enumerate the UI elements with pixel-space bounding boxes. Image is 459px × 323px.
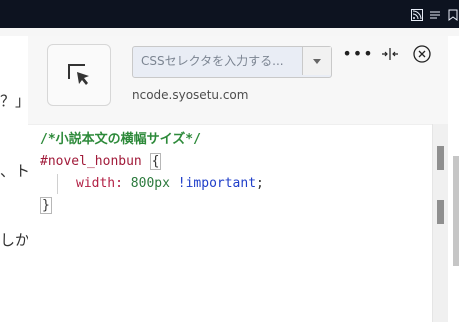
bookmark-icon[interactable] [447,9,459,21]
code-line: /*小説本文の横幅サイズ*/ [40,129,264,151]
close-button[interactable] [412,44,432,64]
element-picker-button[interactable] [47,44,111,106]
more-options-icon: ••• [342,44,374,63]
scrollbar-marker [437,200,444,224]
code-line: width: 800px !important; [40,173,264,195]
open-brace: { [149,153,162,170]
css-semicolon: ; [256,176,264,191]
css-selector-input[interactable] [133,47,303,75]
code-line: } [40,195,264,217]
background-text-line: 、ト [0,162,31,180]
css-editor-panel: ncode.syosetu.com ••• /*小説本文の横幅サイズ*/ [28,36,448,323]
page-background-strip [0,28,459,36]
browser-top-bar [0,0,459,28]
more-options-button[interactable]: ••• [342,44,372,64]
resize-width-icon [382,48,398,60]
selector-dropdown-button[interactable] [302,47,331,75]
editor-scrollbar[interactable] [432,124,448,322]
css-code-editor[interactable]: /*小説本文の横幅サイズ*/ #novel_honbun { width: 80… [28,124,433,323]
panel-actions: ••• [342,44,432,64]
list-icon[interactable] [429,9,441,21]
scrollbar-thumb[interactable] [437,146,444,170]
background-text-line: ？」 [0,92,31,110]
css-important: !important [177,176,257,191]
css-selector-combobox[interactable] [132,46,332,78]
close-icon [413,45,431,63]
site-url: ncode.syosetu.com [132,88,249,102]
css-comment: /*小説本文の横幅サイズ*/ [40,132,201,147]
page-scrollbar[interactable] [453,156,459,266]
css-value: 800px [130,176,170,191]
code-line: #novel_honbun { [40,151,264,173]
rss-icon[interactable] [411,9,423,21]
element-picker-icon [68,64,89,85]
background-text-line: しか [0,231,31,249]
close-brace: } [40,197,52,214]
toolbar-icons [411,8,459,22]
resize-width-button[interactable] [380,44,400,64]
dropdown-caret-icon [313,58,321,64]
code-content: /*小説本文の横幅サイズ*/ #novel_honbun { width: 80… [40,129,264,217]
css-selector-token: #novel_honbun [40,154,142,169]
css-property: width: [76,176,123,191]
